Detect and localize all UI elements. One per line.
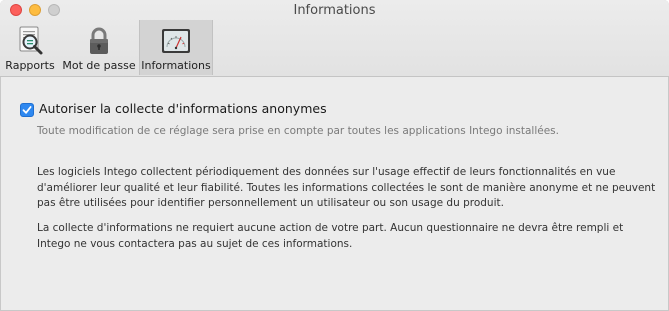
window-title: Informations <box>293 3 376 18</box>
toolbar-item-label: Informations <box>141 59 211 72</box>
toolbar-item-label: Rapports <box>5 59 55 72</box>
padlock-icon <box>90 27 108 54</box>
report-magnifier-icon <box>19 26 43 55</box>
title-bar: Informations Rapports Mot de passe Infor… <box>0 0 669 77</box>
info-paragraph-2: La collecte d'informations ne requiert a… <box>37 222 624 250</box>
toolbar-item-mot-de-passe[interactable]: Mot de passe <box>60 20 138 75</box>
checkmark-icon <box>22 106 32 114</box>
toolbar-item-informations[interactable]: Informations <box>139 20 213 75</box>
anonymous-info-label[interactable]: Autoriser la collecte d'informations ano… <box>39 101 327 116</box>
anonymous-info-hint: Toute modification de ce réglage sera pr… <box>37 125 559 137</box>
gauge-icon <box>162 29 190 53</box>
toolbar-item-rapports[interactable]: Rapports <box>0 20 60 75</box>
preferences-window: Informations Rapports Mot de passe Infor… <box>0 0 669 311</box>
info-paragraph-1: Les logiciels Intego collectent périodiq… <box>37 166 656 209</box>
toolbar-item-label: Mot de passe <box>62 59 136 72</box>
anonymous-info-checkbox[interactable] <box>20 103 34 117</box>
